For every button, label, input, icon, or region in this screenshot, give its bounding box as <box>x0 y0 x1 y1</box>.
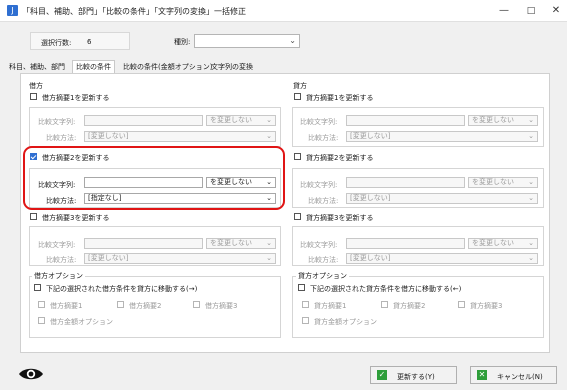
update-button[interactable]: ✓ 更新する(Y) <box>370 366 457 384</box>
credit-opt-summary2-checkbox[interactable] <box>381 301 388 308</box>
credit-summary2-mode-select[interactable]: を変更しない ⌄ <box>468 177 538 188</box>
selected-count-label: 選択行数: <box>41 39 72 47</box>
credit-title: 貸方 <box>293 82 307 90</box>
debit-opt-amount-label: 借方金額オプション <box>50 318 113 326</box>
credit-summary2-compare-label: 比較文字列: <box>300 181 338 189</box>
credit-summary2-compare-input[interactable] <box>346 177 465 188</box>
credit-summary3-method-select[interactable]: [変更しない] ⌄ <box>346 253 538 264</box>
type-select[interactable]: ⌄ <box>194 34 300 48</box>
chevron-down-icon: ⌄ <box>289 36 296 45</box>
debit-summary3-mode-select[interactable]: を変更しない ⌄ <box>206 238 276 249</box>
debit-summary3-checkbox[interactable] <box>30 213 37 220</box>
debit-move-label: 下記の選択された借方条件を貸方に移動する(→) <box>46 285 198 293</box>
chevron-down-icon: ⌄ <box>528 178 534 186</box>
debit-summary1-label: 借方摘要1を更新する <box>42 94 110 102</box>
credit-move-label: 下記の選択された貸方条件を借方に移動する(←) <box>310 285 462 293</box>
debit-summary3-method-label: 比較方法: <box>46 256 77 264</box>
selected-count-box: 選択行数: 6 <box>30 32 130 50</box>
credit-summary1-method-label: 比較方法: <box>308 134 339 142</box>
credit-summary1-label: 貸方摘要1を更新する <box>306 94 374 102</box>
debit-opt-summary1-checkbox[interactable] <box>38 301 45 308</box>
chevron-down-icon: ⌄ <box>266 132 272 140</box>
debit-summary3-compare-input[interactable] <box>84 238 203 249</box>
app-icon: J <box>7 5 18 16</box>
credit-summary1-method-select[interactable]: [変更しない] ⌄ <box>346 131 538 142</box>
credit-summary2-method-label: 比較方法: <box>308 197 339 205</box>
debit-summary1-mode-select[interactable]: を変更しない ⌄ <box>206 115 276 126</box>
header-panel: 選択行数: 6 種別: ⌄ <box>20 30 548 56</box>
title-bar: J 「科目、補助、部門」「比較の条件」「文字列の変換」一括修正 — □ ✕ <box>0 0 567 22</box>
selected-count-value: 6 <box>87 38 92 46</box>
credit-summary2-checkbox[interactable] <box>294 153 301 160</box>
update-button-label: 更新する(Y) <box>397 373 435 381</box>
tab-string-conversion[interactable]: 文字列の変換 <box>208 61 256 73</box>
debit-summary1-method-select[interactable]: [変更しない] ⌄ <box>84 131 276 142</box>
tab-comparison[interactable]: 比較の条件 <box>72 60 115 73</box>
credit-opt-summary3-label: 貸方摘要3 <box>470 302 503 310</box>
credit-summary1-mode-select[interactable]: を変更しない ⌄ <box>468 115 538 126</box>
credit-opt-summary1-label: 貸方摘要1 <box>314 302 347 310</box>
credit-opt-summary2-label: 貸方摘要2 <box>393 302 426 310</box>
credit-summary1-compare-label: 比較文字列: <box>300 118 338 126</box>
tab-account[interactable]: 科目、補助、部門 <box>6 61 68 73</box>
credit-summary2-method-select[interactable]: [変更しない] ⌄ <box>346 193 538 204</box>
credit-options-title: 貸方オプション <box>296 271 349 281</box>
chevron-down-icon: ⌄ <box>266 254 272 262</box>
credit-summary3-compare-input[interactable] <box>346 238 465 249</box>
credit-move-checkbox[interactable] <box>298 284 305 291</box>
debit-opt-summary3-label: 借方摘要3 <box>205 302 238 310</box>
debit-options-title: 借方オプション <box>32 271 85 281</box>
chevron-down-icon: ⌄ <box>266 116 272 124</box>
credit-opt-amount-checkbox[interactable] <box>302 317 309 324</box>
type-label: 種別: <box>174 38 191 46</box>
credit-summary3-checkbox[interactable] <box>294 213 301 220</box>
close-window-button[interactable]: ✕ <box>549 4 563 18</box>
debit-summary1-method-label: 比較方法: <box>46 134 77 142</box>
debit-summary3-compare-label: 比較文字列: <box>38 241 76 249</box>
debit-summary3-method-select[interactable]: [変更しない] ⌄ <box>84 253 276 264</box>
debit-title: 借方 <box>29 82 43 90</box>
cancel-button[interactable]: ✕ キャンセル(N) <box>470 366 557 384</box>
chevron-down-icon: ⌄ <box>528 194 534 202</box>
credit-summary1-compare-input[interactable] <box>346 115 465 126</box>
minimize-button[interactable]: — <box>497 4 511 18</box>
check-icon: ✓ <box>377 370 387 380</box>
chevron-down-icon: ⌄ <box>528 132 534 140</box>
chevron-down-icon: ⌄ <box>528 254 534 262</box>
credit-summary3-method-label: 比較方法: <box>308 256 339 264</box>
credit-summary2-label: 貸方摘要2を更新する <box>306 154 374 162</box>
credit-summary1-checkbox[interactable] <box>294 93 301 100</box>
debit-opt-summary1-label: 借方摘要1 <box>50 302 83 310</box>
close-icon: ✕ <box>477 370 487 380</box>
credit-summary3-mode-select[interactable]: を変更しない ⌄ <box>468 238 538 249</box>
eye-icon[interactable] <box>17 366 45 382</box>
highlight-annotation <box>23 146 285 210</box>
chevron-down-icon: ⌄ <box>528 239 534 247</box>
debit-opt-summary2-label: 借方摘要2 <box>129 302 162 310</box>
debit-move-checkbox[interactable] <box>34 284 41 291</box>
debit-summary3-label: 借方摘要3を更新する <box>42 214 110 222</box>
credit-opt-summary3-checkbox[interactable] <box>458 301 465 308</box>
chevron-down-icon: ⌄ <box>528 116 534 124</box>
debit-summary1-compare-input[interactable] <box>84 115 203 126</box>
debit-opt-summary2-checkbox[interactable] <box>117 301 124 308</box>
credit-summary3-label: 貸方摘要3を更新する <box>306 214 374 222</box>
cancel-button-label: キャンセル(N) <box>497 373 543 381</box>
maximize-button[interactable]: □ <box>524 4 538 18</box>
credit-opt-summary1-checkbox[interactable] <box>302 301 309 308</box>
debit-summary1-checkbox[interactable] <box>30 93 37 100</box>
credit-opt-amount-label: 貸方金額オプション <box>314 318 377 326</box>
debit-opt-summary3-checkbox[interactable] <box>193 301 200 308</box>
debit-opt-amount-checkbox[interactable] <box>38 317 45 324</box>
chevron-down-icon: ⌄ <box>266 239 272 247</box>
credit-summary3-compare-label: 比較文字列: <box>300 241 338 249</box>
debit-summary1-compare-label: 比較文字列: <box>38 118 76 126</box>
window-title: 「科目、補助、部門」「比較の条件」「文字列の変換」一括修正 <box>22 7 246 16</box>
tab-comparison-amount[interactable]: 比較の条件(金額オプション) <box>120 61 215 73</box>
